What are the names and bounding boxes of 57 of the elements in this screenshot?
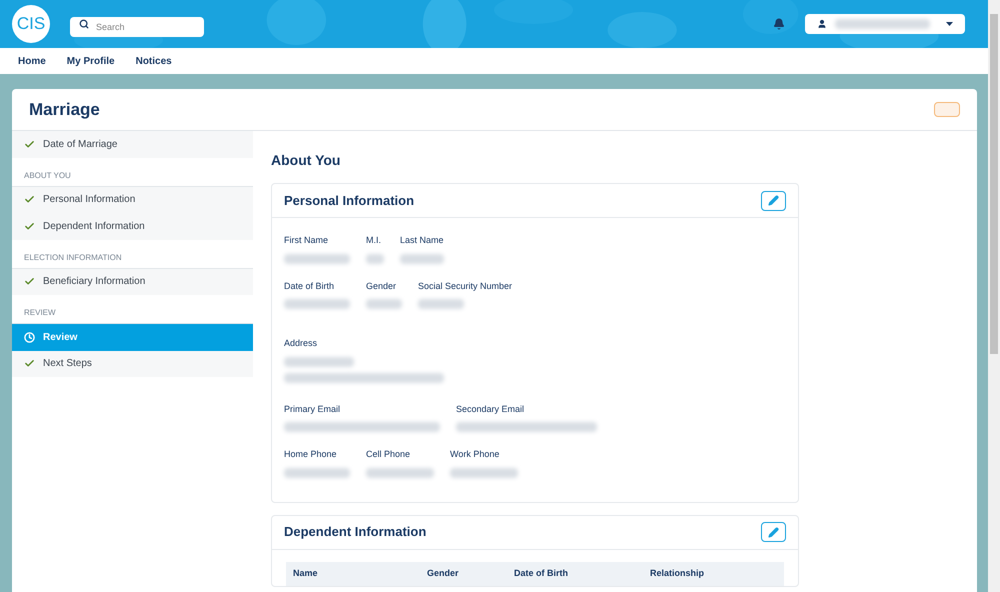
redacted-value [418, 299, 464, 309]
page-title: Marriage [29, 98, 100, 121]
sidebar-section-label: ABOUT YOU [12, 158, 253, 186]
field-label: Address [284, 337, 318, 350]
nav-link[interactable]: Home [18, 54, 46, 68]
field-label: Last Name [400, 234, 445, 247]
action-button[interactable] [934, 102, 960, 117]
column-header: Date of Birth [514, 566, 569, 580]
card-title: Dependent Information [284, 523, 426, 542]
redacted-value [450, 468, 518, 478]
search-icon [79, 19, 89, 29]
redacted-value [284, 299, 350, 309]
sidebar-section-label: ELECTION INFORMATION [12, 240, 253, 268]
redacted-value [284, 468, 350, 478]
user-icon [817, 19, 827, 29]
card-title: Personal Information [284, 192, 414, 210]
redacted-value [284, 254, 350, 264]
redacted-value [366, 468, 434, 478]
field-label: Social Security Number [418, 280, 512, 293]
redacted-value [284, 356, 354, 366]
check-icon [24, 358, 35, 370]
bell-icon[interactable] [773, 18, 785, 30]
field-label: Primary Email [284, 402, 342, 416]
nav-link[interactable]: My Profile [66, 54, 115, 68]
search-field[interactable]: Search [70, 17, 204, 37]
field-label: Work Phone [450, 448, 500, 461]
nav-link[interactable]: Notices [136, 54, 172, 68]
redacted-value [400, 254, 444, 264]
pencil-icon [768, 195, 779, 206]
check-icon [24, 276, 35, 288]
field-label: Secondary Email [456, 402, 526, 416]
column-header: Name [293, 566, 319, 580]
field-label: Cell Phone [366, 448, 412, 461]
field-label: First Name [284, 234, 330, 247]
field-label: Date of Birth [284, 280, 336, 292]
column-header: Gender [427, 566, 460, 580]
user-menu[interactable] [805, 14, 965, 34]
pencil-icon [768, 526, 779, 538]
sidebar-item[interactable]: Personal Information [12, 186, 253, 213]
sidebar-item[interactable]: Dependent Information [12, 213, 253, 240]
section-heading: About You [271, 151, 342, 170]
sidebar-item[interactable]: Beneficiary Information [12, 268, 253, 295]
field-label: M.I. [366, 234, 382, 247]
edit-button[interactable] [761, 190, 786, 210]
redacted-value [366, 254, 384, 264]
redacted-value [366, 299, 402, 309]
clock-icon [24, 332, 35, 343]
field-label: Gender [366, 280, 398, 292]
sidebar-item[interactable]: Date of Marriage [12, 131, 253, 158]
sidebar-item[interactable]: Next Steps [12, 350, 253, 377]
check-icon [24, 220, 35, 232]
check-icon [24, 138, 35, 150]
edit-button[interactable] [761, 522, 786, 542]
field-label: Home Phone [284, 448, 338, 461]
caret-icon [946, 22, 953, 26]
check-icon [24, 194, 35, 206]
column-header: Relationship [650, 566, 706, 580]
